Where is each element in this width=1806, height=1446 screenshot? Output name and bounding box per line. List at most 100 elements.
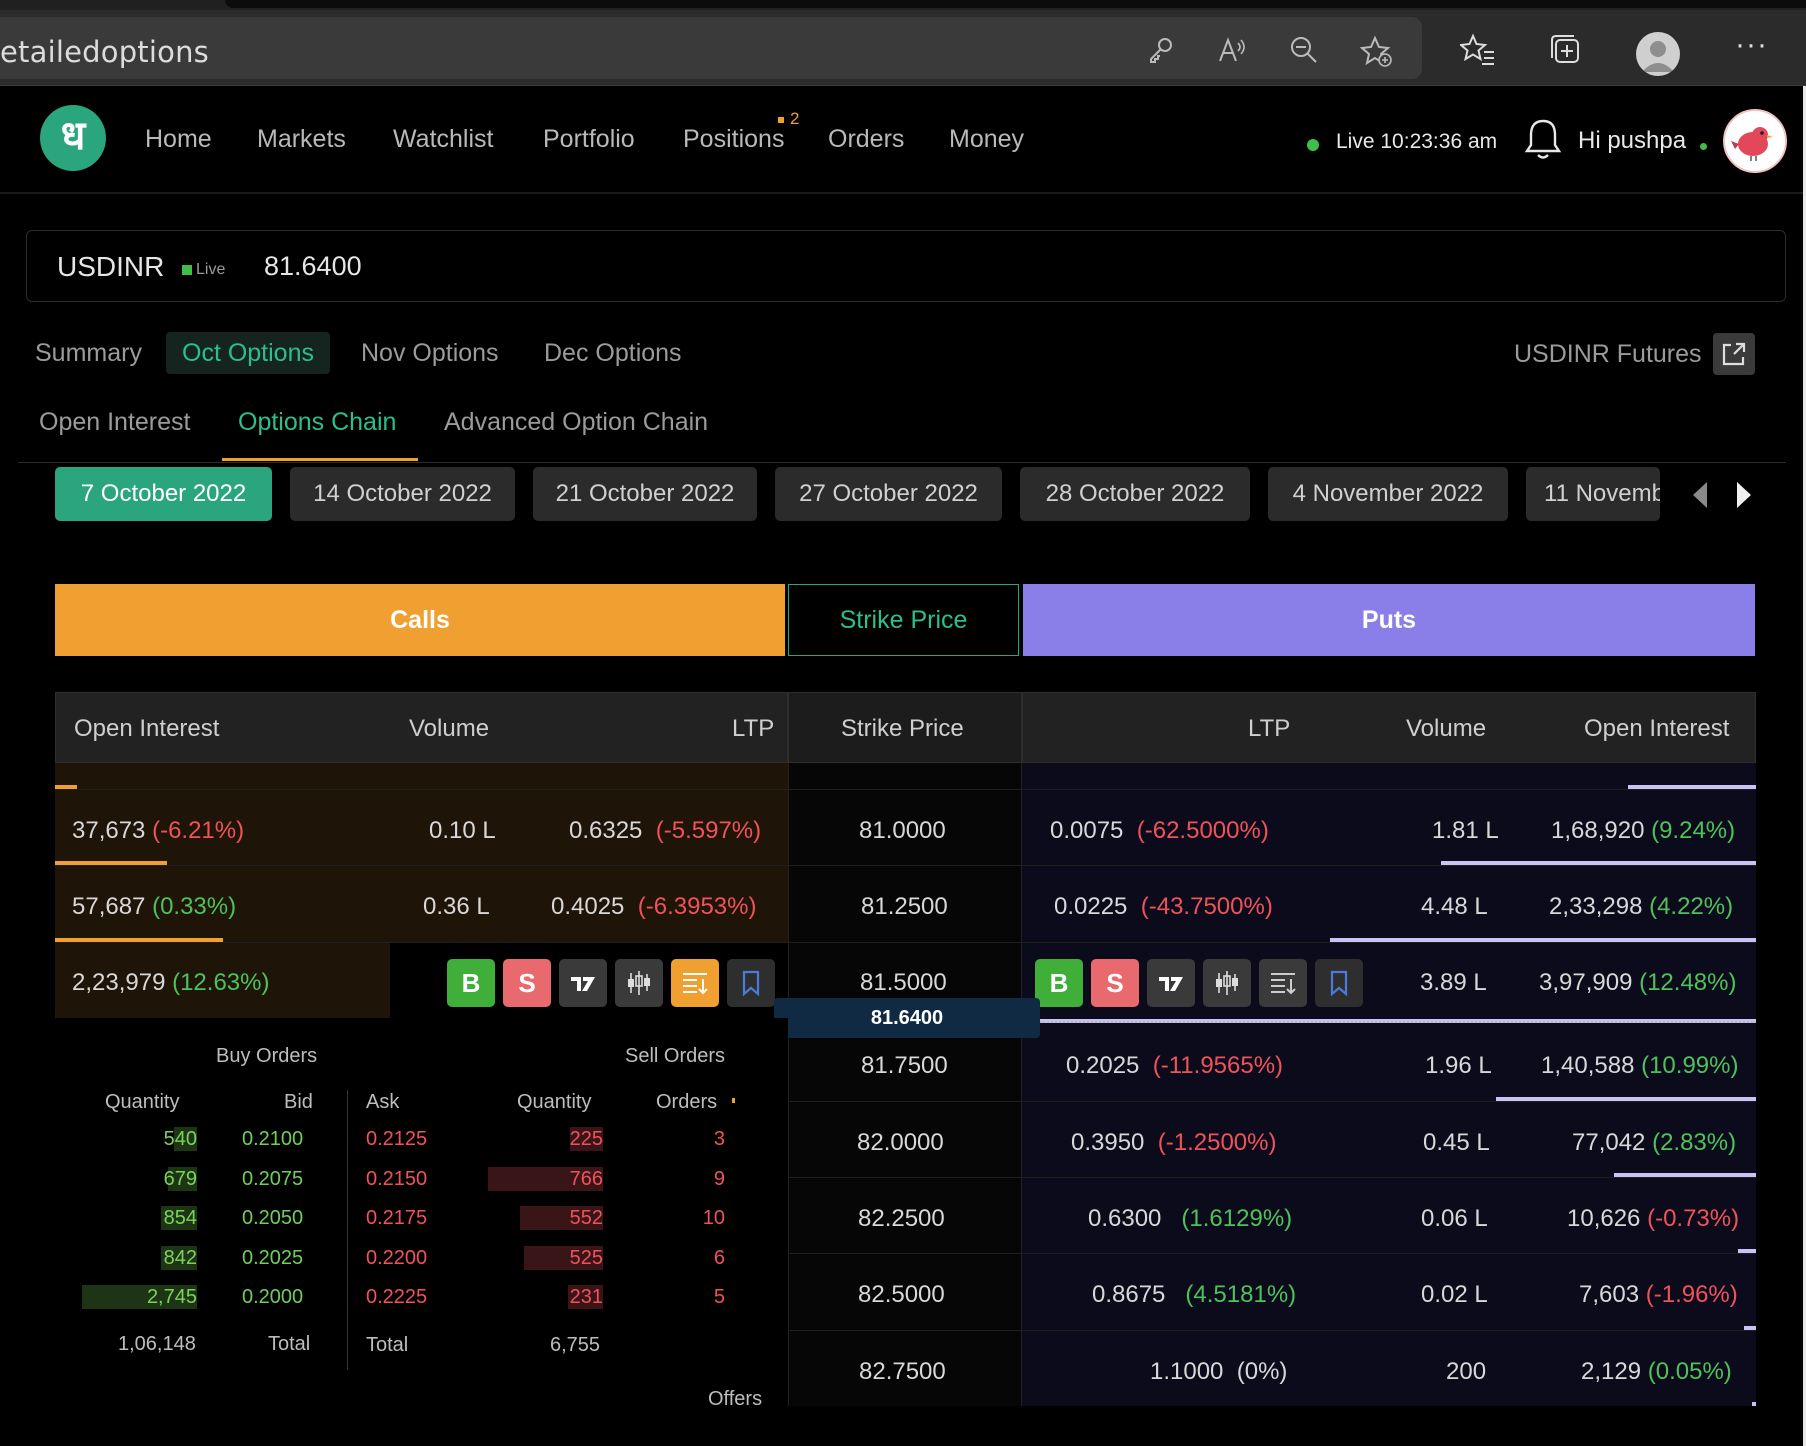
nav-orders[interactable]: Orders bbox=[828, 125, 904, 154]
bid-price: 0.2025 bbox=[242, 1247, 304, 1269]
ask-quantity: 231 bbox=[569, 1286, 603, 1308]
row-divider bbox=[55, 942, 1756, 943]
row-divider bbox=[788, 1101, 1756, 1102]
put-ltp: 1.1000 (0%) bbox=[1150, 1358, 1288, 1385]
option-chain-icon[interactable] bbox=[615, 959, 663, 1007]
bid-total: 1,06,148 bbox=[118, 1333, 196, 1355]
user-greeting[interactable]: Hi pushpa bbox=[1578, 127, 1686, 155]
expiry-chip[interactable]: 7 October 2022 bbox=[55, 467, 272, 521]
ask-orders: 3 bbox=[713, 1128, 725, 1150]
column-header[interactable]: LTP bbox=[732, 715, 774, 743]
expiry-chip[interactable]: 21 October 2022 bbox=[533, 467, 757, 521]
column-header[interactable]: Volume bbox=[1406, 715, 1486, 743]
profile-icon[interactable] bbox=[1636, 32, 1680, 76]
calls-table-header: Open Interest Volume LTP bbox=[55, 692, 788, 763]
column-header[interactable]: Strike Price bbox=[841, 715, 964, 743]
more-icon[interactable]: ··· bbox=[1735, 28, 1768, 62]
strike-price[interactable]: 81.7500 bbox=[861, 1052, 948, 1080]
row-divider bbox=[55, 789, 1756, 790]
bell-icon[interactable] bbox=[1523, 117, 1563, 161]
strike-price[interactable]: 82.5000 bbox=[858, 1281, 945, 1309]
column-header[interactable]: LTP bbox=[1248, 715, 1290, 743]
ask-orders: 9 bbox=[713, 1168, 725, 1190]
sort-icon[interactable] bbox=[671, 959, 719, 1007]
nav-money[interactable]: Money bbox=[949, 125, 1024, 154]
tab-options-chain[interactable]: Options Chain bbox=[238, 408, 396, 437]
nav-watchlist[interactable]: Watchlist bbox=[393, 125, 493, 154]
add-favorite-icon[interactable] bbox=[1360, 35, 1394, 69]
column-header[interactable]: Open Interest bbox=[74, 715, 219, 743]
expiry-chip[interactable]: 28 October 2022 bbox=[1020, 467, 1250, 521]
chart-icon[interactable] bbox=[1147, 959, 1195, 1007]
column-header[interactable]: Volume bbox=[409, 715, 489, 743]
divider bbox=[18, 462, 1786, 463]
put-ltp: 0.8675 (4.5181%) bbox=[1092, 1281, 1297, 1308]
strike-price[interactable]: 81.0000 bbox=[859, 817, 946, 845]
column-header[interactable]: Open Interest bbox=[1584, 715, 1729, 743]
put-oi: 10,626 (-0.73%) bbox=[1567, 1205, 1740, 1232]
sort-icon[interactable] bbox=[1259, 959, 1307, 1007]
tab-dec-options[interactable]: Dec Options bbox=[528, 332, 698, 374]
buy-call-button[interactable]: B bbox=[447, 959, 495, 1007]
external-link-icon[interactable] bbox=[1713, 333, 1755, 375]
tab-summary[interactable]: Summary bbox=[19, 332, 158, 374]
strike-price[interactable]: 81.5000 bbox=[860, 969, 947, 997]
bookmark-icon[interactable] bbox=[1315, 959, 1363, 1007]
strike-column-area bbox=[788, 763, 1022, 1406]
nav-portfolio[interactable]: Portfolio bbox=[543, 125, 635, 154]
ask-orders: 6 bbox=[713, 1247, 725, 1269]
ask-price: 0.2225 bbox=[366, 1286, 428, 1308]
call-oi: 37,673 (-6.21%) bbox=[72, 817, 245, 844]
live-clock: Live 10:23:36 am bbox=[1336, 130, 1498, 153]
user-avatar[interactable] bbox=[1723, 109, 1787, 173]
strike-price[interactable]: 82.7500 bbox=[859, 1358, 946, 1386]
put-volume: 1.96 L bbox=[1425, 1052, 1492, 1079]
nav-positions[interactable]: Positions bbox=[683, 125, 784, 154]
put-oi: 2,129 (0.05%) bbox=[1581, 1358, 1732, 1385]
put-oi: 1,68,920 (9.24%) bbox=[1551, 817, 1736, 844]
zoom-out-icon[interactable] bbox=[1289, 35, 1319, 65]
sell-call-button[interactable]: S bbox=[503, 959, 551, 1007]
bookmark-icon[interactable] bbox=[727, 959, 775, 1007]
address-bar[interactable]: etailedoptions bbox=[0, 17, 1422, 79]
tab-oct-options[interactable]: Oct Options bbox=[166, 332, 330, 374]
strike-price[interactable]: 81.2500 bbox=[861, 893, 948, 921]
buy-put-button[interactable]: B bbox=[1035, 959, 1083, 1007]
chevron-right-icon[interactable] bbox=[1729, 478, 1757, 512]
sell-put-button[interactable]: S bbox=[1091, 959, 1139, 1007]
market-depth-panel: Buy Orders Sell Orders Quantity Bid Ask … bbox=[55, 1018, 788, 1410]
live-badge: Live bbox=[182, 261, 225, 279]
expiry-chip[interactable]: 27 October 2022 bbox=[775, 467, 1002, 521]
put-volume: 4.48 L bbox=[1421, 893, 1488, 920]
strike-price[interactable]: 82.0000 bbox=[857, 1129, 944, 1157]
depth-header: Quantity bbox=[105, 1091, 180, 1113]
sell-orders-title: Sell Orders bbox=[625, 1045, 726, 1067]
chevron-left-icon[interactable] bbox=[1687, 478, 1715, 512]
read-aloud-icon[interactable] bbox=[1217, 35, 1247, 65]
offers-label: Offers bbox=[708, 1388, 763, 1410]
expiry-chip[interactable]: 4 November 2022 bbox=[1268, 467, 1508, 521]
expiry-chip[interactable]: 11 Novemb bbox=[1526, 467, 1660, 521]
tab-open-interest[interactable]: Open Interest bbox=[39, 408, 190, 437]
put-volume: 3.89 L bbox=[1420, 969, 1487, 996]
nav-markets[interactable]: Markets bbox=[257, 125, 346, 154]
key-icon[interactable] bbox=[1145, 35, 1175, 65]
futures-link[interactable]: USDINR Futures bbox=[1514, 340, 1702, 369]
ask-price: 0.2175 bbox=[366, 1207, 428, 1229]
expiry-chip[interactable]: 14 October 2022 bbox=[290, 467, 515, 521]
put-oi: 7,603 (-1.96%) bbox=[1579, 1281, 1738, 1308]
row-divider bbox=[788, 1330, 1756, 1331]
tab-nov-options[interactable]: Nov Options bbox=[345, 332, 515, 374]
favorites-icon[interactable] bbox=[1460, 32, 1496, 68]
option-chain-icon[interactable] bbox=[1203, 959, 1251, 1007]
url-text[interactable]: etailedoptions bbox=[0, 35, 209, 69]
put-volume: 0.06 L bbox=[1421, 1205, 1488, 1232]
collections-icon[interactable] bbox=[1548, 32, 1584, 68]
put-ltp: 0.3950 (-1.2500%) bbox=[1071, 1129, 1277, 1156]
tab-advanced-option-chain[interactable]: Advanced Option Chain bbox=[444, 408, 708, 437]
chart-icon[interactable] bbox=[559, 959, 607, 1007]
nav-home[interactable]: Home bbox=[145, 125, 212, 154]
brand-logo[interactable]: ध bbox=[40, 105, 106, 171]
bid-quantity: 679 bbox=[163, 1168, 197, 1190]
strike-price[interactable]: 82.2500 bbox=[858, 1205, 945, 1233]
